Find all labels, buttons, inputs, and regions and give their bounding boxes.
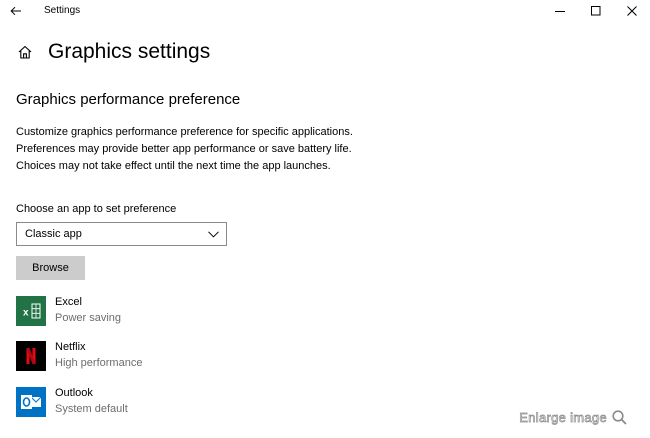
- app-item-netflix[interactable]: Netflix High performance: [16, 340, 296, 374]
- app-name: Excel: [55, 296, 82, 308]
- section-title: Graphics performance preference: [16, 91, 241, 108]
- svg-text:x: x: [23, 308, 29, 319]
- app-name: Netflix: [55, 341, 86, 353]
- app-preference: System default: [55, 403, 128, 415]
- close-icon: [627, 6, 637, 16]
- minimize-icon: [555, 11, 565, 12]
- browse-button[interactable]: Browse: [16, 256, 85, 280]
- netflix-icon: [16, 341, 46, 371]
- back-button[interactable]: [6, 2, 26, 20]
- choose-app-label: Choose an app to set preference: [16, 203, 177, 215]
- section-description: Customize graphics performance preferenc…: [16, 126, 353, 172]
- app-name: Outlook: [55, 387, 93, 399]
- minimize-button[interactable]: [542, 0, 578, 22]
- enlarge-image-link[interactable]: Enlarge image: [519, 409, 627, 425]
- maximize-button[interactable]: [578, 0, 614, 22]
- magnifier-icon: [612, 410, 627, 425]
- home-icon[interactable]: [16, 43, 34, 61]
- chevron-down-icon: [207, 228, 219, 240]
- title-bar: Settings: [0, 0, 650, 22]
- outlook-icon: [16, 387, 46, 417]
- app-preference: High performance: [55, 357, 143, 369]
- page-title: Graphics settings: [48, 40, 211, 63]
- app-item-excel[interactable]: x Excel Power saving: [16, 295, 296, 329]
- window-title: Settings: [44, 5, 81, 16]
- maximize-icon: [591, 6, 601, 16]
- app-type-dropdown[interactable]: Classic app: [16, 222, 227, 246]
- back-arrow-icon: [10, 6, 21, 16]
- window-controls: [542, 0, 650, 22]
- page-header: Graphics settings: [16, 40, 210, 64]
- dropdown-selected-value: Classic app: [25, 228, 82, 240]
- app-preference: Power saving: [55, 312, 122, 324]
- enlarge-image-label: Enlarge image: [519, 409, 607, 425]
- close-button[interactable]: [614, 0, 650, 22]
- app-item-outlook[interactable]: Outlook System default: [16, 386, 296, 420]
- excel-icon: x: [16, 296, 46, 326]
